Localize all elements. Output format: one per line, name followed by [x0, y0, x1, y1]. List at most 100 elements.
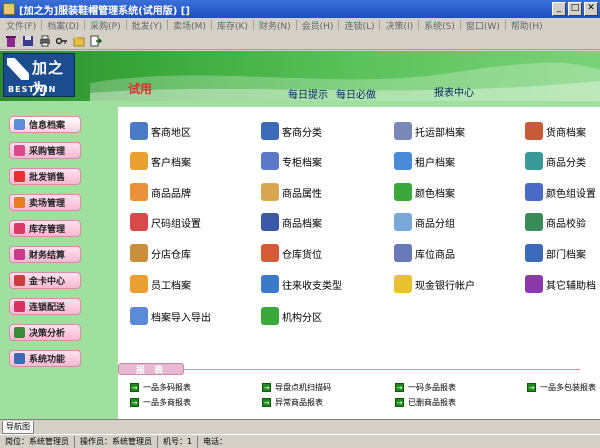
menu-help[interactable]: 帮助(H) — [507, 19, 547, 32]
print-icon[interactable] — [38, 34, 52, 48]
item-customer-category[interactable]: 客商分类 — [261, 121, 322, 141]
sidebar-item-gold-card[interactable]: 金卡中心 — [9, 272, 81, 289]
item-customer-archive[interactable]: 客户档案 — [130, 151, 191, 171]
item-warehouse-location[interactable]: 仓库货位 — [261, 243, 322, 263]
sidebar-item-label: 连锁配送 — [29, 303, 66, 313]
daily-must-link[interactable]: 每日必做 — [336, 86, 376, 101]
employee-icon — [130, 275, 148, 293]
menu-chain[interactable]: 连锁(L) — [340, 19, 378, 32]
gear-icon — [14, 353, 25, 364]
daily-tip-link[interactable]: 每日提示 — [288, 86, 328, 101]
trash-icon[interactable] — [4, 34, 18, 48]
menu-inventory[interactable]: 库存(K) — [213, 19, 252, 32]
sidebar-item-decision[interactable]: 决策分析 — [9, 324, 81, 341]
item-label: 专柜档案 — [282, 157, 322, 169]
item-product-category[interactable]: 商品分类 — [525, 151, 586, 171]
arrow-right-icon: → — [395, 383, 404, 392]
menu-member[interactable]: 会员(H) — [298, 19, 338, 32]
save-icon[interactable] — [21, 34, 35, 48]
item-color-group[interactable]: 颜色组设置 — [525, 182, 596, 202]
item-branch-warehouse[interactable]: 分店仓库 — [130, 243, 191, 263]
menu-separator — [125, 20, 127, 30]
warehouse-icon — [130, 244, 148, 262]
menu-store[interactable]: 卖场(M) — [169, 19, 210, 32]
item-shipping-archive[interactable]: 托运部档案 — [394, 121, 465, 141]
sidebar-item-chain[interactable]: 连锁配送 — [9, 298, 81, 315]
menu-archive[interactable]: 档案(D) — [43, 19, 83, 32]
item-customer-region[interactable]: 客商地区 — [130, 121, 191, 141]
tenant-icon — [394, 152, 412, 170]
sidebar-item-inventory[interactable]: 库存管理 — [9, 220, 81, 237]
menu-wholesale[interactable]: 批发(Y) — [128, 19, 167, 32]
menu-decision[interactable]: 决策(I) — [381, 19, 417, 32]
item-label: 颜色档案 — [415, 188, 455, 200]
item-label: 托运部档案 — [415, 127, 465, 139]
report-link[interactable]: → 异常商品报表 — [262, 397, 323, 408]
item-label: 客户档案 — [151, 157, 191, 169]
item-label: 客商分类 — [282, 127, 322, 139]
item-label: 档案导入导出 — [151, 312, 211, 324]
report-link[interactable]: → 已删商品报表 — [395, 397, 456, 408]
item-org-zone[interactable]: 机构分区 — [261, 306, 322, 326]
sidebar-item-label: 系统功能 — [29, 355, 66, 365]
item-product-archive[interactable]: 商品档案 — [261, 212, 322, 232]
product-icon — [261, 213, 279, 231]
report-link[interactable]: → 一品多码报表 — [130, 382, 191, 393]
item-product-attribute[interactable]: 商品属性 — [261, 182, 322, 202]
item-color-archive[interactable]: 颜色档案 — [394, 182, 455, 202]
status-phone: 电话： — [203, 436, 228, 446]
item-supplier-archive[interactable]: 货商档案 — [525, 121, 586, 141]
item-employee-archive[interactable]: 员工档案 — [130, 274, 191, 294]
menu-purchase[interactable]: 采购(P) — [86, 19, 124, 32]
report-link[interactable]: → 导盘点机扫描码 — [262, 382, 331, 393]
globe-icon — [130, 122, 148, 140]
item-cash-bank-account[interactable]: 现金银行帐户 — [394, 274, 475, 294]
trial-label: 试用 — [128, 82, 153, 96]
item-label: 往来收支类型 — [282, 280, 342, 292]
exit-icon[interactable] — [89, 34, 103, 48]
maximize-button[interactable]: □ — [568, 2, 582, 16]
item-department-archive[interactable]: 部门档案 — [525, 243, 586, 263]
item-label: 分店仓库 — [151, 249, 191, 261]
sidebar-item-info-archive[interactable]: 信息档案 — [9, 116, 81, 133]
menu-separator — [84, 20, 86, 30]
sidebar-item-wholesale[interactable]: 批发销售 — [9, 168, 81, 185]
item-location-product[interactable]: 库位商品 — [394, 243, 455, 263]
sidebar-item-label: 批发销售 — [29, 173, 66, 183]
close-button[interactable]: ✕ — [584, 2, 598, 16]
report-link-label: 一码多品报表 — [408, 383, 456, 392]
report-link[interactable]: → 一码多品报表 — [395, 382, 456, 393]
report-link[interactable]: → 一品多包装报表 — [527, 382, 596, 393]
folder-icon[interactable] — [72, 34, 86, 48]
report-center-link[interactable]: 报表中心 — [434, 84, 474, 99]
sidebar-item-purchase[interactable]: 采购管理 — [9, 142, 81, 159]
item-import-export[interactable]: 档案导入导出 — [130, 306, 211, 326]
item-counter-archive[interactable]: 专柜档案 — [261, 151, 322, 171]
tab-navigation-map[interactable]: 导航图 — [2, 421, 34, 434]
menu-separator — [210, 20, 212, 30]
sidebar-item-system[interactable]: 系统功能 — [9, 350, 81, 367]
report-link[interactable]: → 一品多商报表 — [130, 397, 191, 408]
department-icon — [525, 244, 543, 262]
item-product-group[interactable]: 商品分组 — [394, 212, 455, 232]
minimize-button[interactable]: _ — [552, 2, 566, 16]
status-bar: 岗位：系统管理员 操作员：系统管理员 机号：1 电话： — [0, 434, 600, 448]
sidebar-item-store[interactable]: 卖场管理 — [9, 194, 81, 211]
item-tenant-archive[interactable]: 租户档案 — [394, 151, 455, 171]
menu-finance[interactable]: 财务(N) — [255, 19, 295, 32]
sidebar-item-finance[interactable]: 财务结算 — [9, 246, 81, 263]
item-other-auxiliary[interactable]: 其它辅助档 — [525, 274, 596, 294]
item-product-brand[interactable]: 商品品牌 — [130, 182, 191, 202]
item-size-group[interactable]: 尺码组设置 — [130, 212, 201, 232]
key-icon[interactable] — [55, 34, 69, 48]
item-income-expense-type[interactable]: 往来收支类型 — [261, 274, 342, 294]
menu-separator — [252, 20, 254, 30]
menu-system[interactable]: 系统(S) — [420, 19, 459, 32]
menu-window[interactable]: 窗口(W) — [462, 19, 504, 32]
toolbar — [0, 32, 600, 50]
menu-file[interactable]: 文件(F) — [2, 19, 40, 32]
group-icon — [394, 213, 412, 231]
item-product-verify[interactable]: 商品校验 — [525, 212, 586, 232]
item-label: 其它辅助档 — [546, 280, 596, 292]
report-tab-label: 报 表 — [135, 365, 167, 376]
